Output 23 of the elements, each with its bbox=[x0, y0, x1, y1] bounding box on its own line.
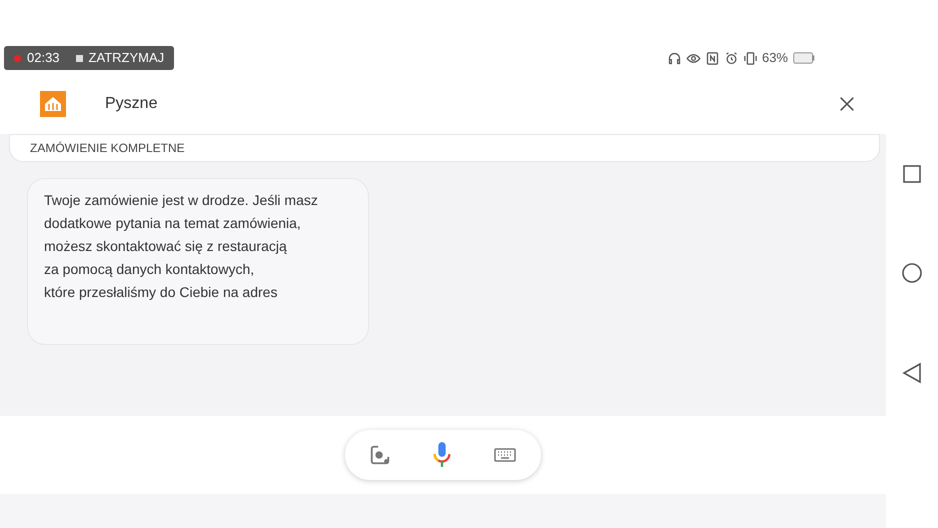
battery-percent: 63% bbox=[762, 49, 788, 68]
stop-icon bbox=[76, 54, 83, 62]
app-title: Pyszne bbox=[105, 94, 158, 114]
stop-label: ZATRZYMAJ bbox=[88, 49, 164, 68]
recents-button[interactable] bbox=[902, 164, 922, 184]
message-line: za pomocą danych kontaktowych, bbox=[44, 260, 256, 279]
recording-time: 02:33 bbox=[27, 49, 60, 68]
message-line: możesz skontaktować się z restauracją bbox=[44, 237, 288, 256]
nfc-icon bbox=[704, 50, 720, 66]
lens-button[interactable] bbox=[369, 444, 391, 466]
message-line: dodatkowe pytania na temat zamówienia, bbox=[44, 214, 302, 233]
order-card: ZAMÓWIENIE KOMPLETNE bbox=[9, 134, 880, 162]
message-line: które przesłaliśmy do Ciebie na adres bbox=[44, 283, 278, 302]
headphones-icon bbox=[666, 50, 682, 66]
battery-icon bbox=[792, 52, 816, 64]
alarm-icon bbox=[724, 50, 739, 66]
microphone-button[interactable] bbox=[431, 440, 453, 470]
vibrate-icon bbox=[742, 50, 758, 66]
app-logo-icon bbox=[40, 91, 66, 117]
home-button[interactable] bbox=[901, 262, 923, 284]
back-button[interactable] bbox=[902, 362, 922, 384]
message-line: Twoje zamówienie jest w drodze. Jeśli masz bbox=[44, 191, 319, 210]
recording-bar[interactable]: 02:33 ZATRZYMAJ bbox=[4, 46, 174, 70]
